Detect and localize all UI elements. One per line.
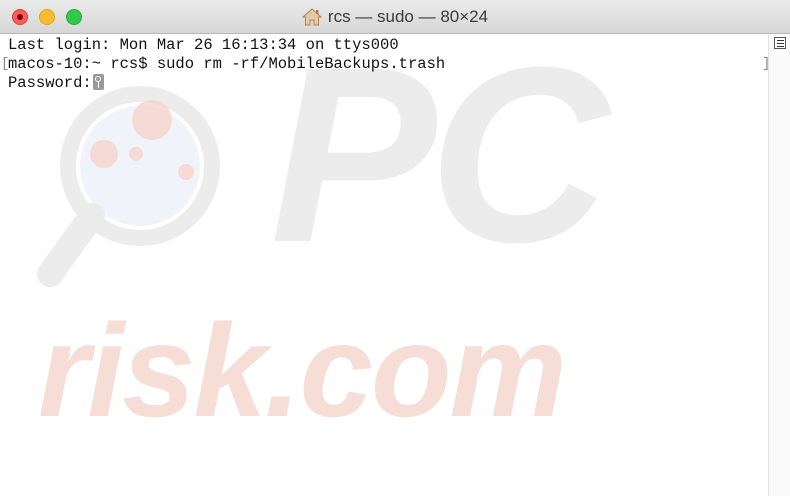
terminal-line-password[interactable]: Password: bbox=[8, 74, 766, 93]
key-icon bbox=[92, 74, 104, 90]
password-prompt: Password: bbox=[8, 74, 92, 92]
terminal-line-command: macos-10:~ rcs$ sudo rm -rf/MobileBackup… bbox=[8, 55, 446, 73]
terminal-line-login: Last login: Mon Mar 26 16:13:34 on ttys0… bbox=[8, 36, 399, 54]
scrollbar[interactable] bbox=[768, 34, 790, 496]
hamburger-icon[interactable] bbox=[774, 37, 786, 49]
terminal-output[interactable]: Last login: Mon Mar 26 16:13:34 on ttys0… bbox=[8, 36, 766, 93]
terminal-window: rcs — sudo — 80×24 PC risk.com [ ] Last … bbox=[0, 0, 790, 496]
watermark-bottom-text: risk.com bbox=[38, 297, 567, 444]
terminal-content[interactable]: PC risk.com [ ] Last login: Mon Mar 26 1… bbox=[0, 30, 790, 496]
